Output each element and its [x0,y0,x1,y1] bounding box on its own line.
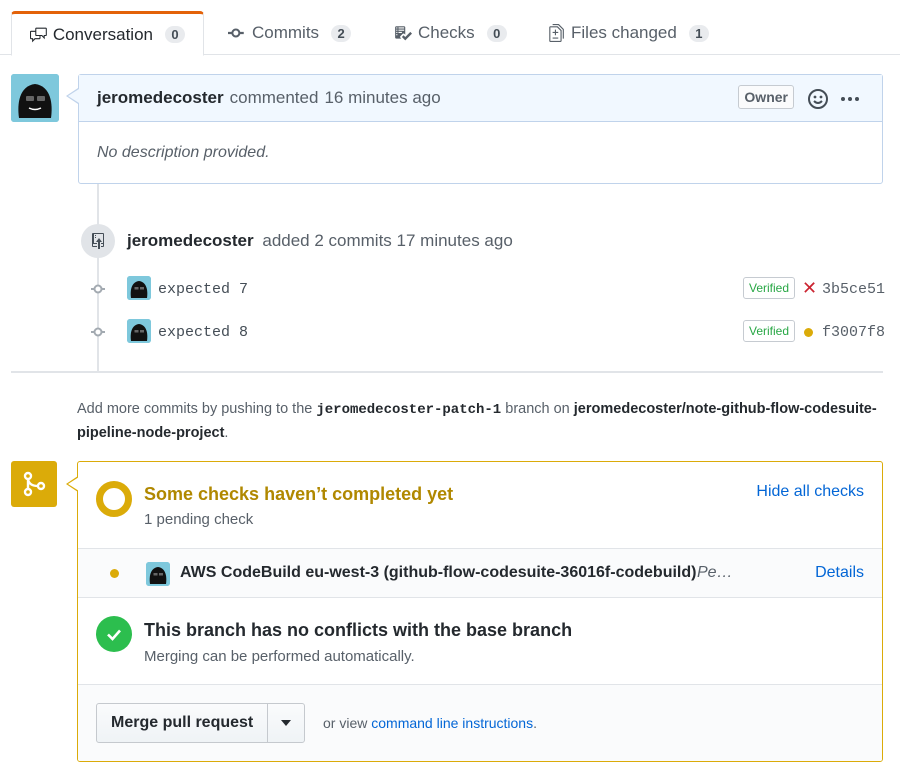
kebab-horizontal-icon[interactable] [838,87,862,111]
tab-counter: 1 [688,24,709,42]
hint-middle: branch on [505,401,570,417]
merge-box: Some checks haven’t completed yet 1 pend… [77,461,883,762]
pending-status-icon[interactable] [804,328,813,337]
tab-commits[interactable]: Commits 2 [210,11,369,55]
cli-suffix: . [533,715,537,731]
avatar[interactable] [127,276,151,300]
avatar-image [127,319,151,343]
owner-label: Owner [738,85,794,109]
git-commit-icon [228,28,244,38]
check-description: Pe… [697,564,733,581]
cli-hint: or view command line instructions. [323,715,537,731]
commit-sha[interactable]: f3007f8 [822,324,885,341]
merge-status-subtitle: Merging can be performed automatically. [144,648,415,665]
avatar-image [146,562,170,586]
comment-timestamp[interactable]: 16 minutes ago [324,88,440,108]
commit-message[interactable]: expected 8 [158,324,248,341]
merge-button-group: Merge pull request [96,703,306,743]
commit-sha[interactable]: 3b5ce51 [822,281,885,298]
merge-actions: Merge pull request or view command line … [78,685,882,761]
avatar-image [127,276,151,300]
hint-prefix: Add more commits by pushing to the [77,401,313,417]
pending-status-icon [96,481,132,517]
triangle-down-icon [281,720,292,726]
tab-conversation[interactable]: Conversation 0 [11,11,204,56]
avatar [146,562,170,586]
comment-box: jeromedecoster commented 16 minutes ago … [78,74,883,184]
checks-subtitle: 1 pending check [144,511,254,528]
branch-name: jeromedecoster-patch-1 [316,402,502,418]
merge-status-title: This branch has no conflicts with the ba… [144,620,573,640]
tab-label: Conversation [52,24,153,44]
pending-status-icon [110,569,119,578]
check-item: AWS CodeBuild eu-west-3 (github-flow-cod… [78,549,882,598]
checks-summary: Some checks haven’t completed yet 1 pend… [78,462,882,549]
hide-checks-link[interactable]: Hide all checks [756,483,864,501]
comment-body: No description provided. [97,144,270,161]
commit-row: expected 7 Verified ✕ 3b5ce51 [0,276,900,302]
timeline-divider [11,371,883,373]
tab-label: Checks [418,23,475,42]
comment-action: commented [229,88,319,107]
repo-push-icon [81,224,115,258]
push-event: jeromedecoster added 2 commits 17 minute… [127,231,513,251]
git-commit-icon [91,284,105,294]
commit-message[interactable]: expected 7 [158,281,248,298]
merge-pointer-fill [68,477,79,491]
avatar[interactable] [127,319,151,343]
tab-files-changed[interactable]: Files changed 1 [529,11,727,55]
checks-title: Some checks haven’t completed yet [144,484,454,504]
avatar-image [11,74,59,122]
hint-suffix: . [224,425,229,441]
tab-counter: 2 [331,24,352,42]
check-name: AWS CodeBuild eu-west-3 (github-flow-cod… [180,564,697,581]
tab-counter: 0 [165,26,185,43]
avatar[interactable] [11,74,59,122]
check-icon [96,616,132,652]
tab-label: Commits [252,23,320,42]
comment-author[interactable]: jeromedecoster [97,88,224,108]
merge-method-dropdown[interactable] [267,704,304,742]
push-author[interactable]: jeromedecoster [127,231,254,250]
command-line-instructions-link[interactable]: command line instructions [371,715,533,731]
commit-row: expected 8 Verified f3007f8 [0,319,900,345]
push-description: added 2 commits 17 minutes ago [262,231,513,250]
merge-pull-request-button[interactable]: Merge pull request [97,704,267,742]
x-icon[interactable]: ✕ [802,278,817,299]
git-merge-icon [11,461,57,507]
add-reaction-icon[interactable] [806,87,830,111]
comment-discussion-icon [30,27,47,42]
verified-badge[interactable]: Verified [743,320,796,342]
comment-header: jeromedecoster commented 16 minutes ago … [79,75,882,122]
or-view-text: or view [323,715,368,731]
file-diff-icon [549,24,564,42]
comment-pointer-fill [68,89,79,103]
merge-status: This branch has no conflicts with the ba… [78,598,882,685]
pr-tabs: Conversation 0 Commits 2 Checks 0 Files … [0,0,900,56]
checklist-icon [395,26,412,41]
tab-checks[interactable]: Checks 0 [376,11,525,55]
git-commit-icon [91,327,105,337]
tab-counter: 0 [486,24,507,42]
verified-badge[interactable]: Verified [743,277,796,299]
push-hint: Add more commits by pushing to the jerom… [77,398,897,445]
check-details-link[interactable]: Details [815,564,864,582]
tab-label: Files changed [571,23,677,42]
